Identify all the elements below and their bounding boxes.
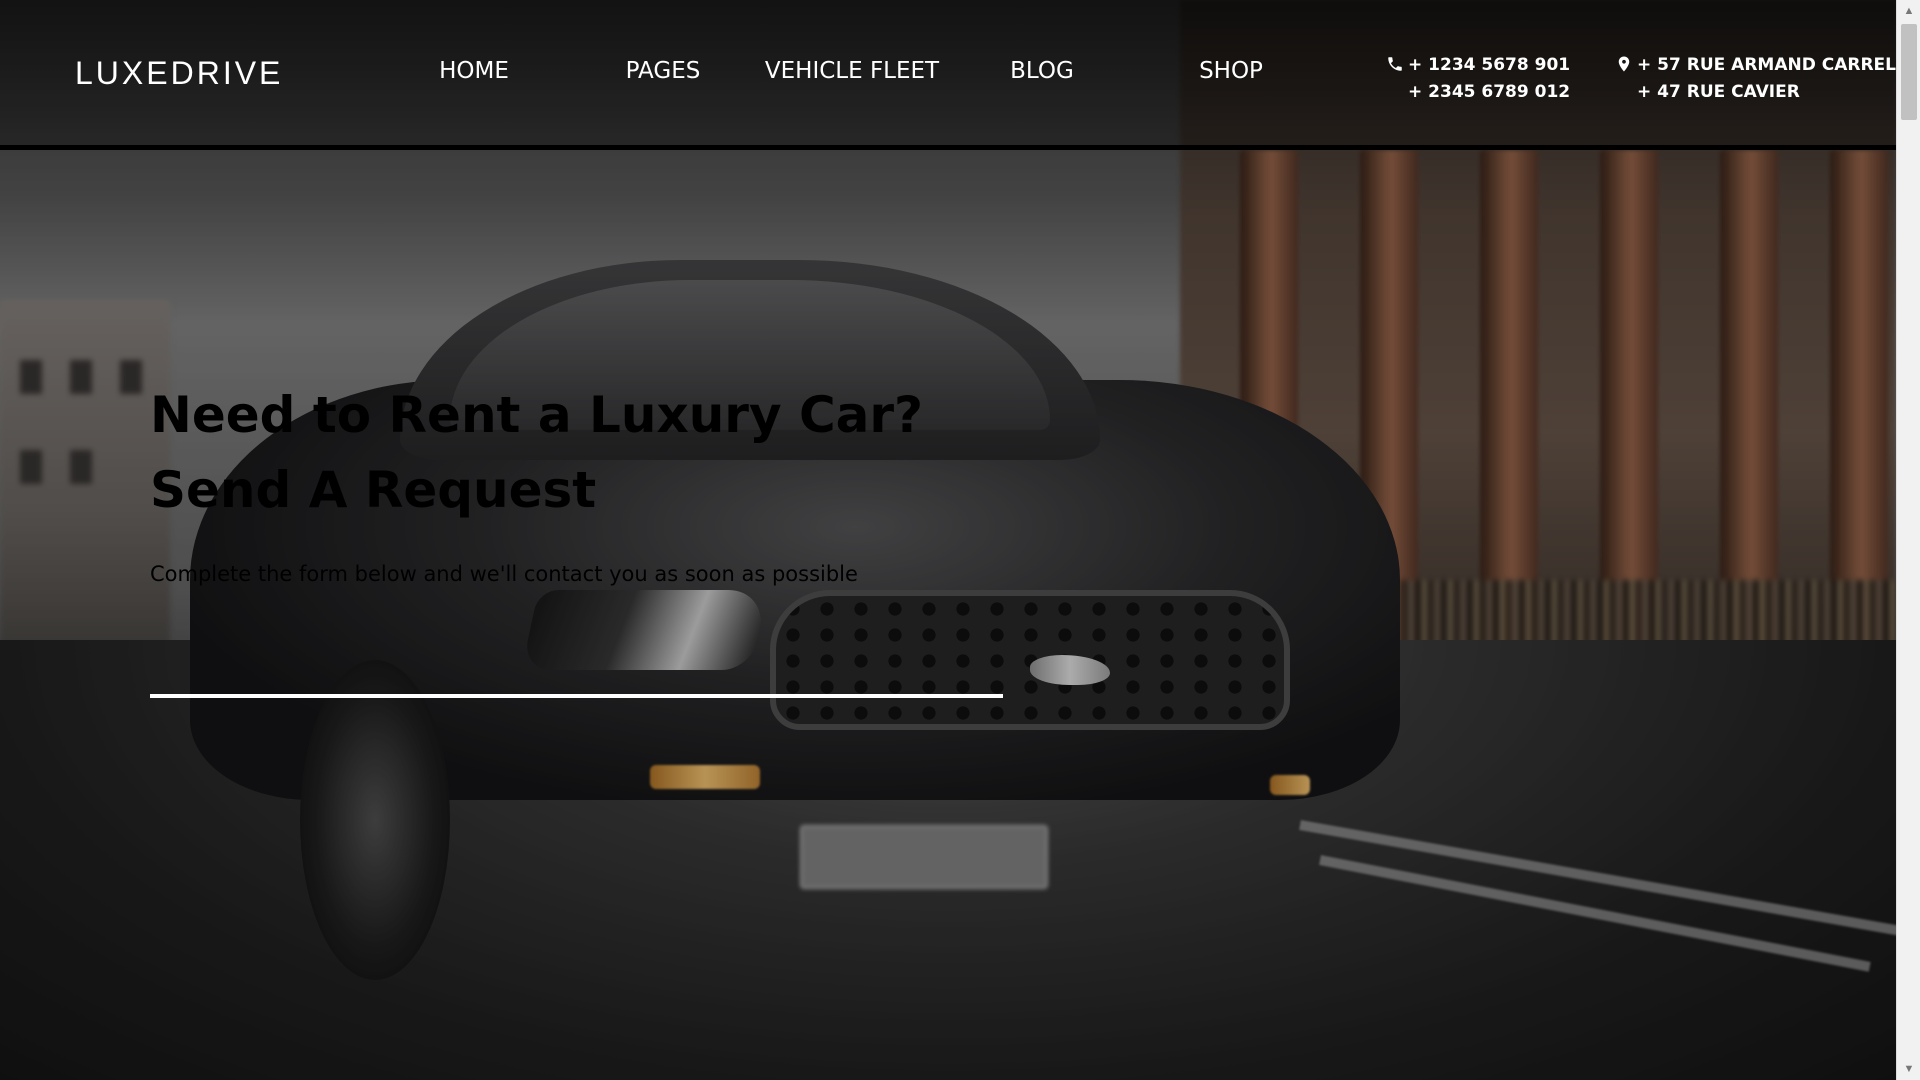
hero-subtitle: Complete the form below and we'll contac… xyxy=(150,562,858,586)
page-scrollbar[interactable]: ▲ ▼ xyxy=(1896,0,1920,1080)
nav-item-pages[interactable]: PAGES xyxy=(563,58,763,84)
hero-title-line-2: Send A Request xyxy=(150,461,597,519)
scrollbar-thumb[interactable] xyxy=(1901,24,1917,120)
contact-phones: + 1234 5678 901 + 2345 6789 012 xyxy=(1388,52,1570,106)
scroll-up-arrow-icon[interactable]: ▲ xyxy=(1897,0,1920,22)
phone-icon xyxy=(1386,54,1404,74)
hero-divider-line xyxy=(150,694,1003,698)
scroll-down-arrow-icon[interactable]: ▼ xyxy=(1897,1058,1920,1080)
hero-background-image xyxy=(0,0,1896,1080)
map-pin-icon xyxy=(1615,54,1633,74)
phone-number-2[interactable]: + 2345 6789 012 xyxy=(1408,79,1570,106)
phone-number-1[interactable]: + 1234 5678 901 xyxy=(1408,52,1570,79)
nav-item-home[interactable]: HOME xyxy=(374,58,574,84)
site-logo[interactable]: LUXEDRIVE xyxy=(75,55,283,92)
page-viewport: LUXEDRIVE HOME PAGES VEHICLE FLEET BLOG … xyxy=(0,0,1896,1080)
nav-item-vehicle-fleet[interactable]: VEHICLE FLEET xyxy=(752,58,952,84)
contact-addresses: + 57 RUE ARMAND CARREL + 47 RUE CAVIER xyxy=(1618,52,1896,106)
site-header: LUXEDRIVE HOME PAGES VEHICLE FLEET BLOG … xyxy=(0,0,1896,150)
address-line-2: + 47 RUE CAVIER xyxy=(1637,82,1800,102)
hero-title: Need to Rent a Luxury Car? Send A Reques… xyxy=(150,378,950,528)
nav-item-blog[interactable]: BLOG xyxy=(942,58,1142,84)
nav-item-shop[interactable]: SHOP xyxy=(1131,58,1331,84)
background-dim-overlay xyxy=(0,0,1896,1080)
hero-title-line-1: Need to Rent a Luxury Car? xyxy=(150,386,924,444)
address-line-1: + 57 RUE ARMAND CARREL xyxy=(1637,55,1896,75)
